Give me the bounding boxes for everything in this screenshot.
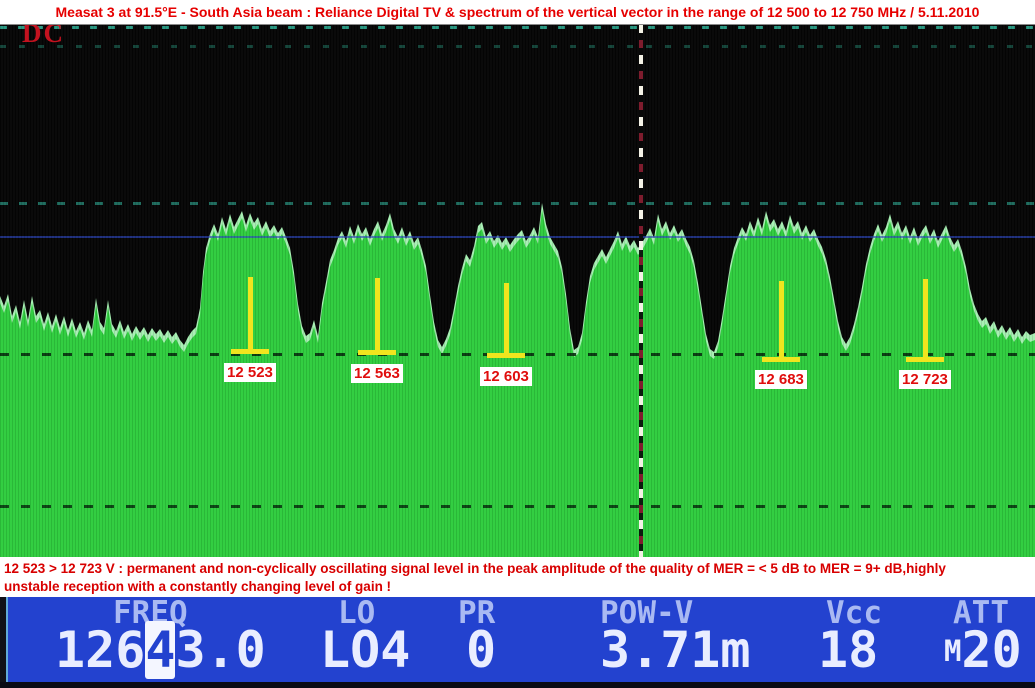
field-value-att: M20 [944, 624, 1022, 677]
dc-overlay-text: DC [22, 24, 65, 49]
title-bar: Measat 3 at 91.5°E - South Asia beam : R… [0, 0, 1035, 25]
status-bar: FREQ12643.0LOLO4PR0POW-V3.71mVcc18ATTM20 [0, 597, 1035, 688]
marker-line [779, 281, 784, 357]
graticule-line [0, 202, 1035, 205]
reference-level-line [0, 236, 1035, 238]
marker-label: 12 723 [899, 370, 951, 389]
spectrum-display: DC 12 523 12 563 12 603 12 683 12 723 [0, 24, 1035, 557]
field-value-freq[interactable]: 12643.0 [55, 624, 266, 676]
field-value-vcc: 18 [818, 624, 878, 676]
marker-base [906, 357, 944, 362]
field-value-pr: 0 [466, 624, 496, 676]
field-value-pow-v: 3.71m [600, 624, 751, 676]
screen-edge-highlight [6, 597, 8, 688]
marker-line [248, 277, 253, 349]
page-title: Measat 3 at 91.5°E - South Asia beam : R… [56, 4, 980, 20]
marker-base [231, 349, 269, 354]
marker-base [358, 350, 396, 355]
marker-line [923, 279, 928, 357]
marker-base [487, 353, 525, 358]
meter-screen: Measat 3 at 91.5°E - South Asia beam : R… [0, 0, 1035, 688]
field-value-lo: LO4 [320, 624, 410, 676]
center-frequency-marker [639, 24, 643, 557]
marker-label: 12 523 [224, 363, 276, 382]
spectrum-trace [0, 24, 1035, 557]
annotation-bar: 12 523 > 12 723 V : permanent and non-cy… [0, 557, 1035, 597]
marker-base [762, 357, 800, 362]
annotation-line-2: unstable reception with a constantly cha… [4, 578, 1035, 596]
graticule-line [0, 26, 1035, 29]
attenuation-mode-prefix: M [944, 634, 961, 668]
annotation-line-1: 12 523 > 12 723 V : permanent and non-cy… [4, 560, 1035, 578]
graticule-line [0, 505, 1035, 508]
marker-line [375, 278, 380, 350]
marker-label: 12 603 [480, 367, 532, 386]
edit-cursor[interactable]: 4 [145, 621, 175, 679]
marker-label: 12 683 [755, 370, 807, 389]
marker-line [504, 283, 509, 353]
graticule-line [0, 45, 1035, 48]
marker-label: 12 563 [351, 364, 403, 383]
